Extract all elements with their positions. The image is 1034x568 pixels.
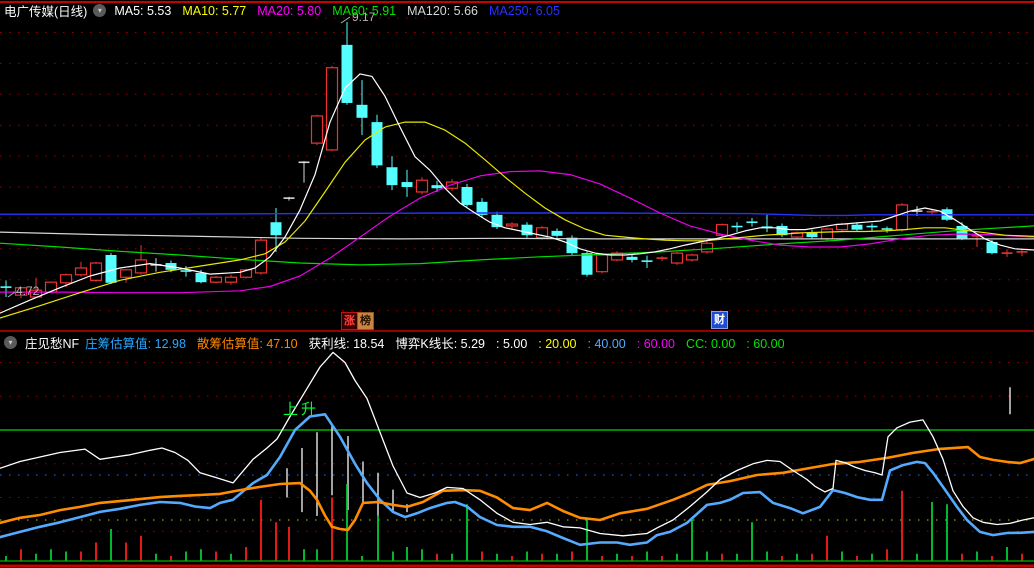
indicator-value: : 5.00 (496, 337, 527, 351)
limit-up-badge: 涨 (341, 312, 358, 330)
indicator-name: 庄见愁NF (25, 333, 79, 352)
indicator-values: 庄筹估算值: 12.98 散筹估算值: 47.10 获利线: 18.54 博弈K线长:… (85, 333, 795, 352)
chevron-down-icon[interactable]: ▾ (93, 4, 106, 17)
indicator-value: 庄筹估算值: 12.98 (85, 337, 186, 351)
main-chart-header: 电广传媒(日线) ▾ MA5: 5.53 MA10: 5.77 MA20: 5.80… (4, 1, 571, 20)
stock-title: 电广传媒(日线) (4, 1, 87, 20)
chevron-down-icon[interactable]: ▾ (4, 336, 17, 349)
indicator-value: : 60.00 (746, 337, 784, 351)
ma-value: MA5: 5.53 (114, 4, 171, 18)
stock-app-window: { "header": { "title": "电广传媒(日线)", "coll… (0, 0, 1034, 568)
indicator-value: 散筹估算值: 47.10 (197, 337, 298, 351)
indicator-value: : 20.00 (538, 337, 576, 351)
ma-value: MA250: 6.05 (489, 4, 560, 18)
indicator-value: CC: 0.00 (686, 337, 735, 351)
indicator-value: : 60.00 (637, 337, 675, 351)
indicator-value: 获利线: 18.54 (309, 337, 385, 351)
rise-label: 上升 (283, 398, 319, 419)
ma-value: MA10: 5.77 (182, 4, 246, 18)
ma-value: MA20: 5.80 (257, 4, 321, 18)
indicator-value: : 40.00 (588, 337, 626, 351)
ma-value: MA60: 5.91 (332, 4, 396, 18)
finance-news-badge: 财 (711, 311, 728, 329)
ma-values: MA5: 5.53 MA10: 5.77 MA20: 5.80 MA60: 5.91 M… (114, 4, 571, 18)
indicator-value: 博弈K线长: 5.29 (395, 337, 485, 351)
ma-value: MA120: 5.66 (407, 4, 478, 18)
rank-badge: 榜 (357, 312, 374, 330)
low-price-label: 4.72 (16, 284, 39, 298)
candlestick-chart (0, 0, 1034, 568)
indicator-panel-header: ▾ 庄见愁NF 庄筹估算值: 12.98 散筹估算值: 47.10 获利线: 18.… (4, 333, 796, 352)
